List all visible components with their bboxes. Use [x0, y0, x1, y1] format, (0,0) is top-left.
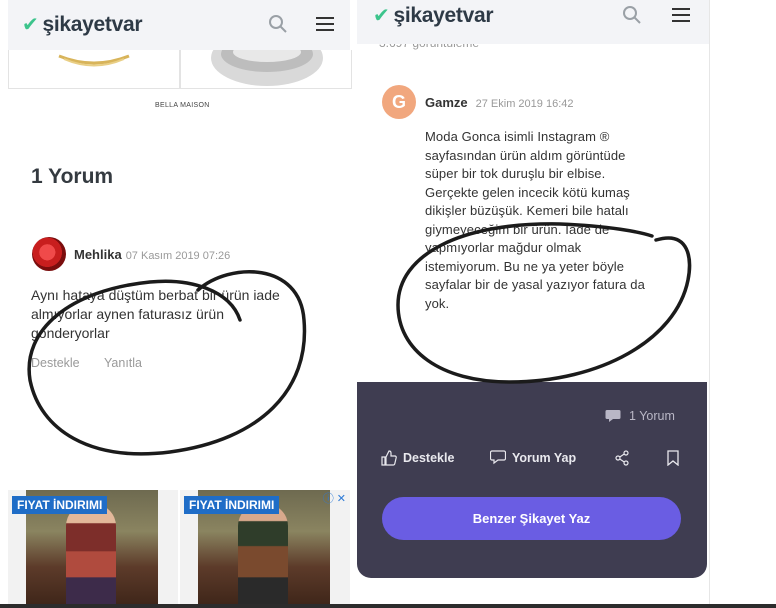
ad-card[interactable]: FIYAT İNDIRIMI ⓘ ✕ — [180, 490, 350, 608]
search-icon[interactable] — [267, 13, 289, 35]
comment-count-label: 1 Yorum — [629, 409, 675, 423]
comment-date: 07 Kasım 2019 07:26 — [125, 250, 231, 262]
comment-line: giymeyeceğim bir ürün. İade de — [425, 221, 610, 237]
reply-link[interactable]: Yanıtla — [104, 356, 142, 370]
divider — [0, 604, 776, 608]
search-icon[interactable] — [621, 4, 643, 26]
product-card[interactable] — [180, 50, 352, 89]
logo-mark-icon: ✔ — [22, 14, 39, 36]
ad-card[interactable]: FIYAT İNDIRIMI — [8, 490, 178, 608]
support-link[interactable]: Destekle — [31, 356, 80, 370]
comment-line: dikişler büzüşük. Kemeri bile hatalı — [425, 203, 629, 218]
comment-line: almıyorlar aynen faturasız ürün — [31, 306, 224, 322]
comment-author[interactable]: Gamze — [425, 95, 468, 110]
comment-line: süper bir tok duruşlu bir elbise. — [425, 166, 606, 181]
thumbs-up-icon — [381, 450, 397, 466]
product-image-glass-bowl — [211, 50, 323, 86]
comment-count[interactable]: 1 Yorum — [605, 409, 675, 423]
comment-line: Aynı hataya düştüm berbat bir ürün iade — [31, 287, 280, 303]
product-image-necklace — [58, 54, 130, 67]
avatar[interactable]: G — [382, 85, 416, 119]
comment-line: yok. — [425, 295, 450, 311]
comment-line: Moda Gonca isimli Instagram ® — [425, 129, 610, 144]
comment-date: 27 Ekim 2019 16:42 — [475, 98, 574, 110]
product-brand: BELLA MAISON — [155, 102, 210, 109]
avatar[interactable] — [32, 237, 66, 271]
ad-discount-tag: FIYAT İNDIRIMI — [184, 496, 280, 514]
support-label: Destekle — [403, 451, 455, 465]
ad-close-icon[interactable]: ⓘ ✕ — [323, 490, 346, 506]
top-bar: ✔ şikayetvar — [8, 0, 350, 50]
logo-mark-icon: ✔ — [373, 5, 390, 27]
speech-bubble-icon — [605, 410, 621, 422]
comment-line: sayfalar bir de yasal yazıyor fatura da — [425, 277, 645, 292]
menu-icon[interactable] — [670, 4, 692, 26]
model-photo — [238, 504, 288, 608]
right-screenshot: 3.697 görüntüleme ✔ şikayetvar G Gamze27… — [357, 0, 709, 608]
logo[interactable]: ✔ şikayetvar — [373, 3, 494, 28]
ad-discount-tag: FIYAT İNDIRIMI — [12, 496, 108, 514]
comment-line: yapmıyorlar mağdur olmak — [425, 240, 582, 255]
top-bar: ✔ şikayetvar — [357, 0, 709, 44]
comment-author[interactable]: Mehlika — [74, 247, 122, 262]
share-icon[interactable] — [614, 450, 630, 471]
comment-line: Gerçekte gelen incecik kötü kumaş — [425, 184, 630, 200]
logo-text: şikayetvar — [393, 3, 494, 27]
comment-label: Yorum Yap — [512, 450, 577, 465]
comment-meta: Gamze 27 Ekim 2019 16:42 — [425, 94, 574, 112]
logo-text: şikayetvar — [42, 12, 143, 36]
write-similar-complaint-button[interactable]: Benzer Şikayet Yaz — [382, 497, 681, 540]
comment-line: sayfasından ürün aldım görüntüde — [425, 147, 626, 163]
comment-text: Aynı hataya düştüm berbat bir ürün iade … — [31, 286, 331, 343]
complaint-action-card: 1 Yorum Destekle Yorum Yap — [357, 382, 707, 578]
product-card[interactable] — [8, 50, 180, 89]
support-button[interactable]: Destekle — [381, 450, 454, 466]
comment-meta: Mehlika 07 Kasım 2019 07:26 — [74, 246, 230, 264]
comment-line: istemiyorum. Bu ne ya yeter böyle — [425, 258, 625, 274]
comment-button[interactable]: Yorum Yap — [490, 450, 576, 465]
comment-text: Moda Gonca isimli Instagram ® sayfasında… — [425, 128, 695, 313]
comment-icon — [490, 450, 506, 465]
menu-icon[interactable] — [314, 13, 336, 35]
left-screenshot: ✔ şikayetvar BELLA MAISON 1 Yorum Mehlik… — [0, 0, 357, 608]
bookmark-icon[interactable] — [666, 450, 680, 471]
model-photo — [66, 504, 116, 608]
comments-heading: 1 Yorum — [31, 165, 114, 188]
logo[interactable]: ✔ şikayetvar — [22, 12, 143, 37]
page-margin — [709, 0, 776, 608]
comment-line: gonderyorlar — [31, 325, 110, 341]
